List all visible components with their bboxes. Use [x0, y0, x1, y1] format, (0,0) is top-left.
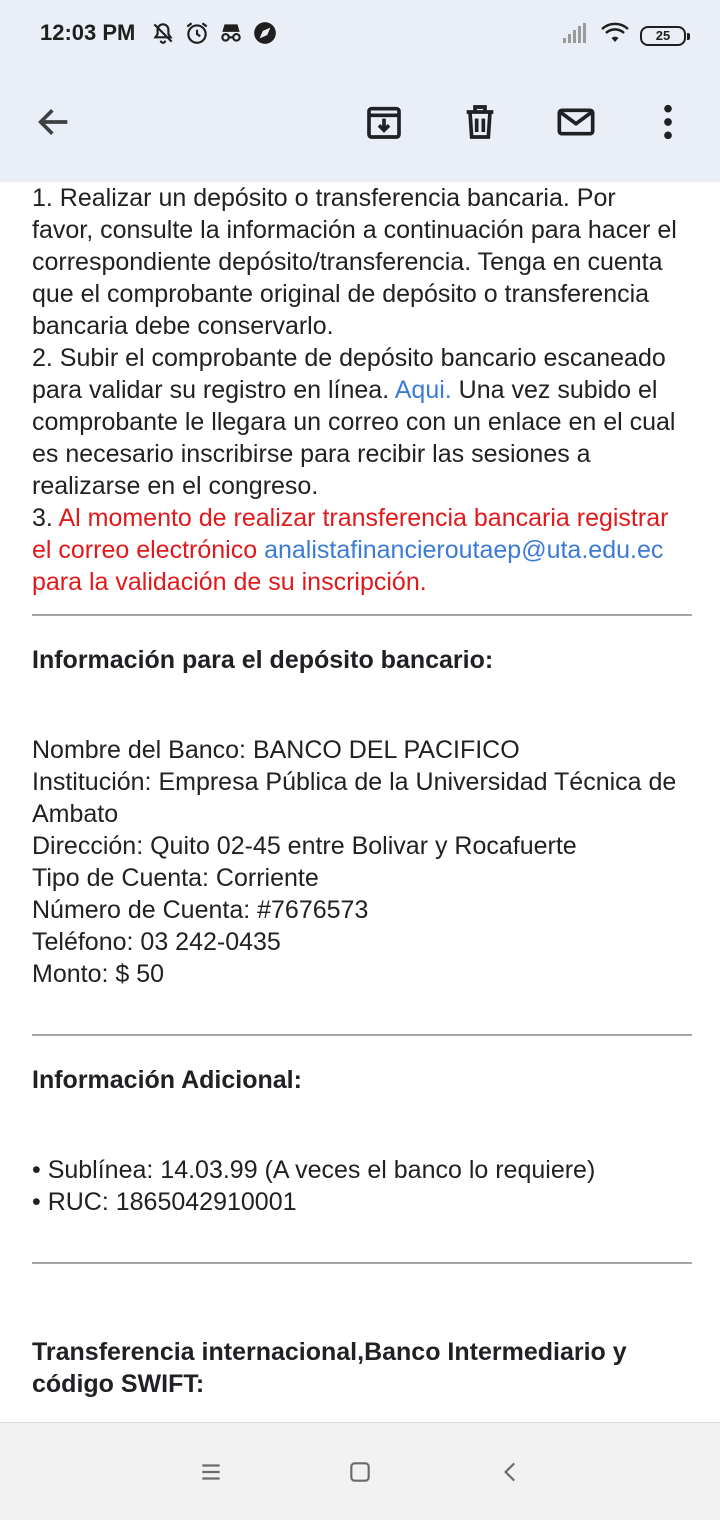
- more-options-button[interactable]: [640, 94, 696, 150]
- step1-text: favor, consulte la información a continu…: [32, 216, 677, 340]
- step2-paragraph: 2. Subir el comprobante de depósito banc…: [32, 342, 692, 502]
- deposit-line: Institución: Empresa Pública de la Unive…: [32, 768, 677, 828]
- step3-warning-end: para la validación de su inscripción.: [32, 568, 427, 596]
- additional-line: • RUC: 1865042910001: [32, 1188, 297, 1216]
- battery-icon: 25: [640, 25, 690, 46]
- additional-line: • Sublínea: 14.03.99 (A veces el banco l…: [32, 1156, 596, 1184]
- upload-link[interactable]: Aqui.: [395, 376, 452, 404]
- arrow-back-icon: [38, 109, 68, 135]
- system-nav-bar: [0, 1422, 720, 1520]
- mark-unread-button[interactable]: [548, 94, 604, 150]
- deposit-line: Monto: $ 50: [32, 960, 165, 988]
- alarm-icon: [184, 20, 210, 51]
- status-icons-right: 25: [562, 22, 690, 49]
- deposit-line: Teléfono: 03 242-0435: [32, 928, 281, 956]
- step1-clipped-line: 1. Realizar un depósito o transferencia …: [32, 184, 616, 212]
- compass-icon: [252, 20, 278, 51]
- status-icons-left: [150, 20, 278, 51]
- deposit-info: Nombre del Banco: BANCO DEL PACIFICO Ins…: [32, 734, 692, 990]
- international-heading: Transferencia internacional,Banco Interm…: [32, 1338, 627, 1398]
- status-bar: 12:03 PM 25: [0, 0, 720, 70]
- home-square-icon: [350, 1462, 370, 1482]
- step3-number: 3.: [32, 504, 53, 532]
- deposit-heading: Información para el depósito bancario:: [32, 646, 494, 674]
- trash-icon: [466, 105, 494, 139]
- nav-back-button[interactable]: [496, 1457, 526, 1487]
- signal-icon: [562, 22, 590, 49]
- back-button[interactable]: [26, 94, 82, 150]
- divider: [32, 1262, 692, 1264]
- mute-icon: [150, 20, 176, 51]
- divider: [32, 614, 692, 616]
- back-chevron-icon: [504, 1462, 516, 1482]
- recents-button[interactable]: [196, 1457, 226, 1487]
- archive-icon: [367, 106, 401, 139]
- deposit-line: Nombre del Banco: BANCO DEL PACIFICO: [32, 736, 520, 764]
- deposit-line: Número de Cuenta: #7676573: [32, 896, 369, 924]
- app-bar: [0, 70, 720, 182]
- deposit-line: Dirección: Quito 02-45 entre Bolivar y R…: [32, 832, 577, 860]
- email-body: 1. Realizar un depósito o transferencia …: [32, 182, 692, 1422]
- more-vert-icon: [664, 104, 672, 140]
- delete-button[interactable]: [452, 94, 508, 150]
- additional-info: • Sublínea: 14.03.99 (A veces el banco l…: [32, 1154, 692, 1218]
- step3-paragraph: 3. Al momento de realizar transferencia …: [32, 502, 692, 598]
- archive-button[interactable]: [356, 94, 412, 150]
- deposit-line: Tipo de Cuenta: Corriente: [32, 864, 319, 892]
- wifi-icon: [600, 22, 630, 49]
- status-time: 12:03 PM: [40, 20, 136, 45]
- divider: [32, 1034, 692, 1036]
- additional-heading: Información Adicional:: [32, 1066, 302, 1094]
- menu-icon: [202, 1464, 220, 1480]
- email-link[interactable]: analistafinancieroutaep@uta.edu.ec: [264, 536, 663, 564]
- mail-icon: [557, 108, 595, 136]
- incognito-icon: [218, 20, 244, 51]
- home-button[interactable]: [345, 1457, 375, 1487]
